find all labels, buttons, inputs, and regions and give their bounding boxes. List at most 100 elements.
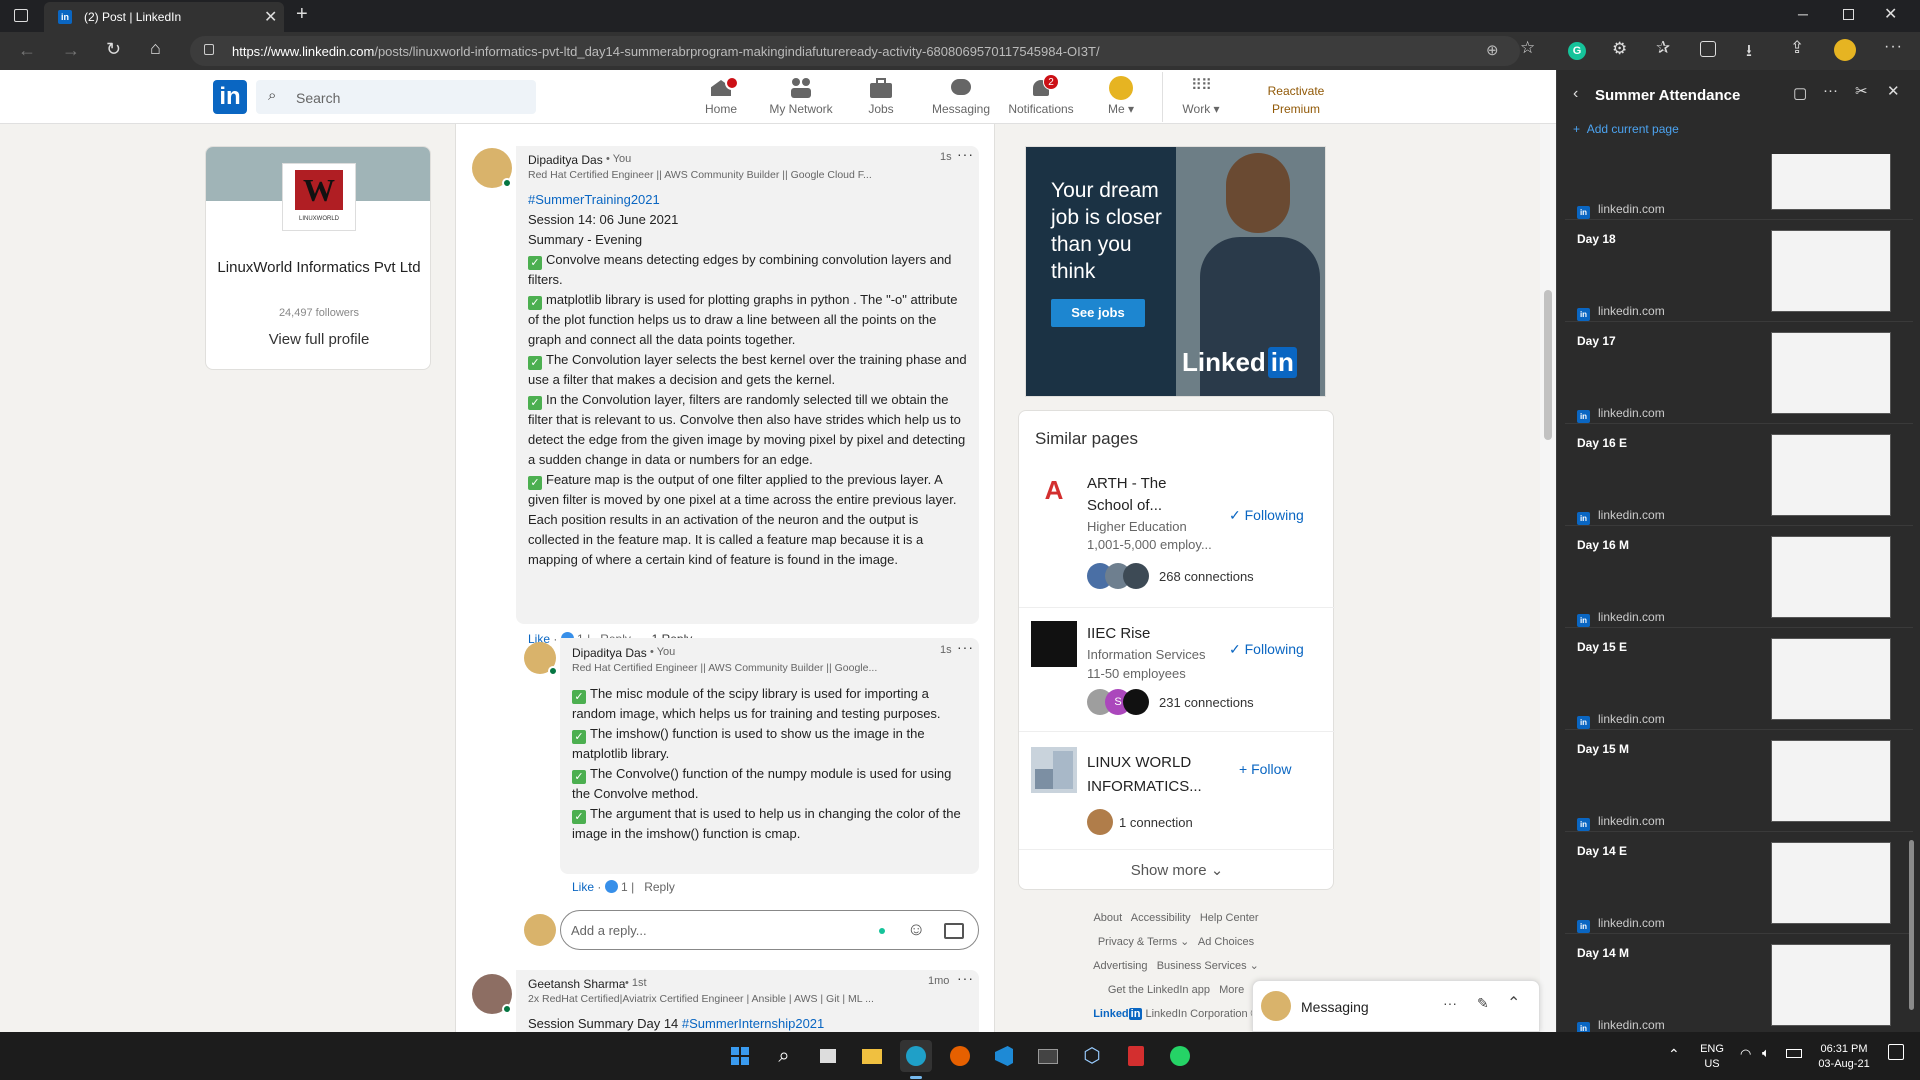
collection-item[interactable]: Day 15 M in linkedin.com bbox=[1565, 732, 1913, 832]
share-icon[interactable]: ⇪ bbox=[1790, 38, 1804, 58]
active-tab[interactable]: in (2) Post | LinkedIn ✕ bbox=[44, 2, 284, 32]
start-icon[interactable] bbox=[724, 1040, 756, 1072]
following-button[interactable]: ✓ Following bbox=[1229, 507, 1304, 524]
3d-viewer-icon[interactable]: ⬡ bbox=[1076, 1040, 1108, 1072]
footer-link[interactable]: Accessibility bbox=[1131, 912, 1191, 924]
search-icon[interactable]: ⌕ bbox=[768, 1040, 800, 1072]
reactivate-premium-link[interactable]: Reactivate Premium bbox=[1256, 82, 1336, 118]
page-name[interactable]: IIEC Rise bbox=[1087, 623, 1150, 645]
image-upload-icon[interactable] bbox=[944, 923, 964, 939]
show-more-button[interactable]: Show more ⌄ bbox=[1019, 861, 1335, 879]
battery-icon[interactable] bbox=[1786, 1049, 1802, 1058]
nav-me[interactable]: Me ▾ bbox=[1081, 76, 1161, 116]
footer-link[interactable]: More bbox=[1219, 984, 1244, 996]
collection-item[interactable]: Day 17 in linkedin.com bbox=[1565, 324, 1913, 424]
page-name[interactable]: ARTH - The School of... bbox=[1087, 473, 1166, 517]
edge-icon[interactable] bbox=[900, 1040, 932, 1072]
page-name[interactable]: LINUX WORLD INFORMATICS... bbox=[1087, 751, 1202, 799]
back-icon[interactable]: ← bbox=[18, 40, 36, 61]
close-window-icon[interactable]: ✕ bbox=[1884, 4, 1897, 24]
favorites-icon[interactable]: ✰ bbox=[1656, 38, 1670, 58]
footer-link[interactable]: Business Services bbox=[1157, 960, 1247, 972]
panel-scrollbar-thumb[interactable] bbox=[1909, 840, 1914, 1010]
company-name[interactable]: LinuxWorld Informatics Pvt Ltd bbox=[216, 257, 422, 279]
reply-input[interactable]: Add a reply... ☺ bbox=[560, 910, 979, 950]
footer-link[interactable]: Ad Choices bbox=[1198, 936, 1254, 948]
whatsapp-icon[interactable] bbox=[1164, 1040, 1196, 1072]
reply-options-icon[interactable]: ··· bbox=[957, 639, 974, 655]
note-icon[interactable]: ▢ bbox=[1793, 84, 1807, 102]
add-current-page-button[interactable]: + Add current page bbox=[1573, 122, 1679, 136]
downloads-icon[interactable]: ⭳ bbox=[1746, 38, 1752, 67]
following-button[interactable]: ✓ Following bbox=[1229, 641, 1304, 658]
page-logo[interactable] bbox=[1031, 747, 1077, 793]
panel-options-icon[interactable]: ··· bbox=[1823, 82, 1838, 99]
comment-author-name[interactable]: Dipaditya Das bbox=[528, 153, 603, 167]
collection-item[interactable]: Day 14 E in linkedin.com bbox=[1565, 834, 1913, 934]
acrobat-icon[interactable] bbox=[1120, 1040, 1152, 1072]
messaging-dock[interactable]: Messaging ··· ✎ ⌃ bbox=[1252, 980, 1540, 1032]
file-explorer-icon[interactable] bbox=[856, 1040, 888, 1072]
volume-icon[interactable]: 🔈︎ bbox=[1762, 1045, 1770, 1061]
lock-icon[interactable] bbox=[204, 44, 214, 55]
favorites-add-icon[interactable]: ☆ bbox=[1520, 38, 1535, 58]
unpin-icon[interactable]: ✂ bbox=[1855, 82, 1868, 100]
restore-icon[interactable] bbox=[1843, 9, 1854, 20]
footer-link[interactable]: Privacy & Terms bbox=[1098, 936, 1177, 948]
messaging-options-icon[interactable]: ··· bbox=[1443, 995, 1457, 1011]
view-profile-link[interactable]: View full profile bbox=[206, 331, 430, 348]
comment-options-icon[interactable]: ··· bbox=[957, 970, 974, 986]
collections-icon[interactable] bbox=[1700, 41, 1716, 57]
refresh-icon[interactable]: ↻ bbox=[106, 39, 121, 60]
url-field[interactable]: https://www.linkedin.com/posts/linuxworl… bbox=[190, 36, 1520, 66]
chevron-up-icon[interactable]: ⌃ bbox=[1507, 993, 1520, 1013]
compose-icon[interactable]: ✎ bbox=[1477, 995, 1489, 1012]
collection-item[interactable]: Day 16 E in linkedin.com bbox=[1565, 426, 1913, 526]
home-icon[interactable]: ⌂ bbox=[150, 38, 161, 59]
tray-chevron-icon[interactable]: ⌃ bbox=[1668, 1046, 1680, 1063]
collection-item[interactable]: Day 14 M in linkedin.com bbox=[1565, 936, 1913, 1032]
like-count[interactable]: 1 bbox=[621, 880, 628, 894]
connection-count[interactable]: 268 connections bbox=[1159, 569, 1254, 584]
reply-button[interactable]: Reply bbox=[644, 880, 675, 894]
nav-messaging[interactable]: Messaging bbox=[921, 76, 1001, 116]
page-logo[interactable]: A bbox=[1031, 467, 1077, 513]
notification-center-icon[interactable] bbox=[1888, 1044, 1904, 1060]
zoom-icon[interactable]: ⊕ bbox=[1486, 41, 1499, 59]
clock[interactable]: 06:31 PM 03-Aug-21 bbox=[1814, 1042, 1874, 1072]
more-menu-icon[interactable]: ··· bbox=[1884, 38, 1903, 56]
extensions-icon[interactable]: ⚙ bbox=[1612, 39, 1627, 59]
vscode-icon[interactable] bbox=[988, 1040, 1020, 1072]
footer-link[interactable]: Advertising bbox=[1093, 960, 1147, 972]
tab-actions-icon[interactable] bbox=[14, 9, 28, 22]
nav-work[interactable]: ⠿⠿ Work ▾ bbox=[1161, 76, 1241, 116]
scrollbar-thumb[interactable] bbox=[1544, 290, 1552, 440]
footer-link[interactable]: Get the LinkedIn app bbox=[1108, 984, 1210, 996]
nav-home[interactable]: Home bbox=[681, 76, 761, 116]
linkedin-logo-icon[interactable]: in bbox=[213, 80, 247, 114]
connection-count[interactable]: 1 connection bbox=[1119, 815, 1193, 830]
collection-item[interactable]: Day 18 in linkedin.com bbox=[1565, 222, 1913, 322]
collection-item[interactable]: Day 16 M in linkedin.com bbox=[1565, 528, 1913, 628]
nav-jobs[interactable]: Jobs bbox=[841, 76, 921, 116]
footer-link[interactable]: Help Center bbox=[1200, 912, 1259, 924]
nav-my-network[interactable]: My Network bbox=[761, 76, 841, 116]
profile-avatar[interactable] bbox=[1834, 39, 1856, 61]
follow-button[interactable]: + Follow bbox=[1239, 761, 1292, 777]
close-panel-icon[interactable]: ✕ bbox=[1887, 82, 1900, 100]
close-tab-icon[interactable]: ✕ bbox=[264, 7, 277, 27]
see-jobs-button[interactable]: See jobs bbox=[1051, 299, 1145, 327]
job-ad-banner[interactable]: Your dream job is closer than you think … bbox=[1025, 146, 1326, 397]
nav-notifications[interactable]: 2 Notifications bbox=[1001, 74, 1081, 116]
hashtag-link[interactable]: #SummerTraining2021 bbox=[528, 190, 968, 210]
back-chevron-icon[interactable]: ‹ bbox=[1573, 85, 1578, 103]
collection-item[interactable]: in linkedin.com bbox=[1565, 154, 1913, 220]
wifi-icon[interactable]: ◠ bbox=[1740, 1046, 1751, 1062]
terminal-icon[interactable] bbox=[1032, 1040, 1064, 1072]
footer-link[interactable]: About bbox=[1093, 912, 1122, 924]
comment-options-icon[interactable]: ··· bbox=[957, 146, 974, 162]
emoji-icon[interactable]: ☺ bbox=[907, 919, 925, 940]
forward-icon[interactable]: → bbox=[62, 40, 80, 61]
like-button[interactable]: Like bbox=[572, 880, 594, 894]
search-input[interactable]: ⌕ Search bbox=[256, 80, 536, 114]
